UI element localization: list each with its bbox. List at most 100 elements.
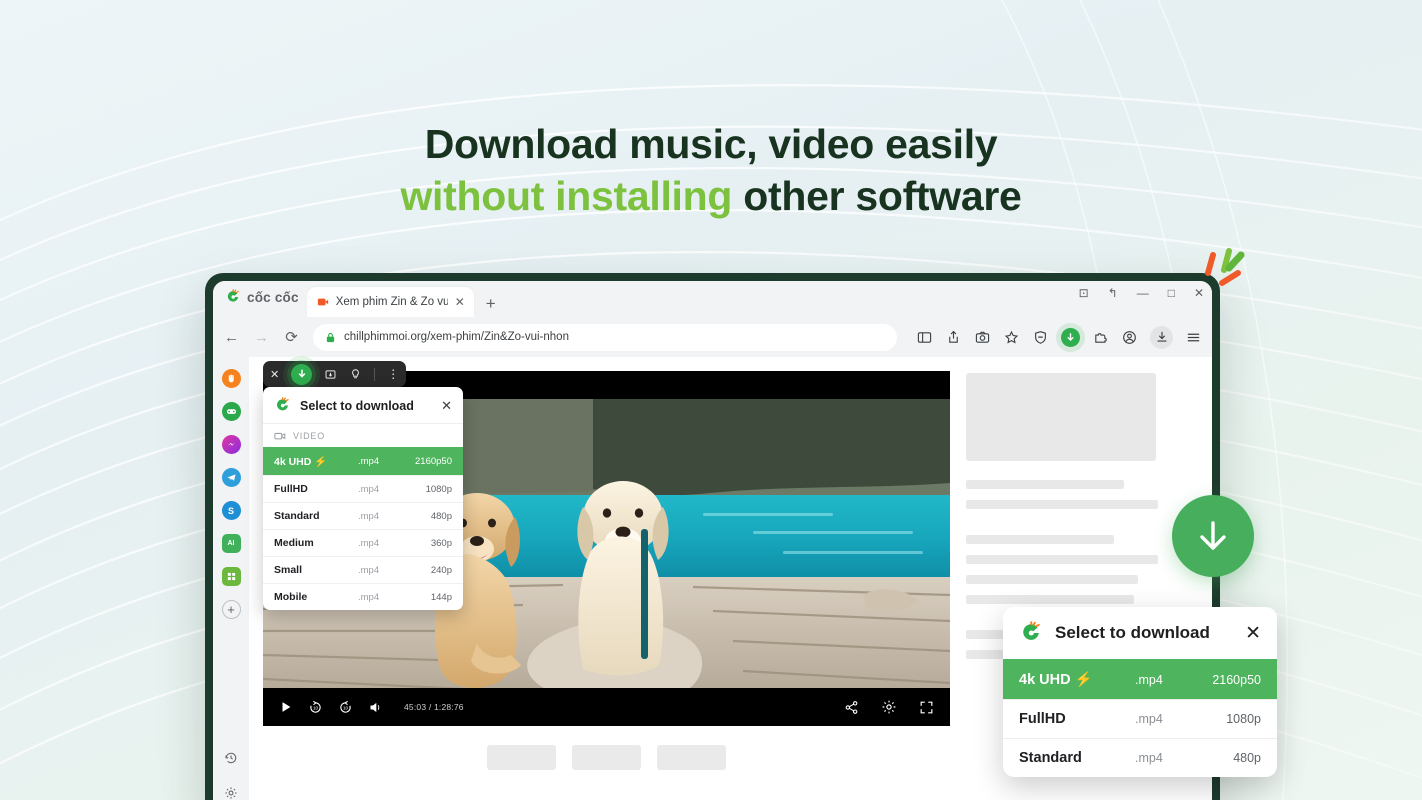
reload-icon[interactable]: ⟳ <box>283 328 300 346</box>
button-placeholder[interactable] <box>657 745 726 770</box>
dog-white <box>577 481 669 676</box>
text-placeholder <box>966 480 1124 489</box>
lightbulb-tip-icon[interactable] <box>349 368 362 381</box>
new-tab-button[interactable]: + <box>486 295 496 312</box>
brand-name: cốc cốc <box>247 289 299 305</box>
menu-icon[interactable] <box>1185 329 1202 346</box>
option-name: FullHD <box>1019 711 1066 727</box>
minimize-icon[interactable]: — <box>1137 287 1149 299</box>
sidebar-app-skype[interactable]: S <box>221 501 241 520</box>
fullscreen-button[interactable] <box>919 700 934 715</box>
shield-adblock-icon[interactable] <box>1032 329 1049 346</box>
popup-section-label: VIDEO <box>293 431 326 441</box>
settings-button[interactable] <box>881 699 897 715</box>
video-camera-icon <box>274 432 286 440</box>
video-timecode: 45:03 / 1:28:76 <box>404 702 464 712</box>
option-ext: .mp4 <box>358 510 380 522</box>
option-ext: .mp4 <box>358 564 380 576</box>
downloads-icon[interactable] <box>1150 325 1173 349</box>
download-highlight-icon[interactable] <box>291 363 313 385</box>
thumbnail-placeholder <box>966 373 1156 461</box>
video-controls-bar: 10 10 45:03 / 1:28:76 <box>263 688 950 726</box>
close-icon[interactable]: ✕ <box>270 368 279 381</box>
sidebar-app-gaming[interactable] <box>221 402 241 421</box>
zoom-popup-title: Select to download <box>1055 623 1210 642</box>
forward-icon[interactable]: → <box>253 329 270 346</box>
browser-toolbar-icons <box>910 325 1202 349</box>
tab-title: Xem phim Zin & Zo vui nhộ <box>335 296 448 308</box>
toolbar-divider <box>374 367 376 381</box>
option-name: Standard <box>274 510 320 522</box>
button-placeholder[interactable] <box>487 745 556 770</box>
zoom-popup-close-icon[interactable]: ✕ <box>1245 622 1261 645</box>
bookmark-star-icon[interactable] <box>1003 329 1020 346</box>
option-ext: .mp4 <box>1135 672 1163 687</box>
sidebar-add-button[interactable]: + <box>221 600 241 619</box>
lightning-icon: ⚡ <box>314 456 328 468</box>
select-to-download-zoom-callout: Select to download ✕ 4k UHD ⚡ .mp4 2160p… <box>1003 607 1277 777</box>
sidebar-app-messenger[interactable] <box>221 435 241 454</box>
text-placeholder <box>966 500 1158 509</box>
tab-close-icon[interactable]: ✕ <box>455 296 465 308</box>
omnibox[interactable]: chillphimmoi.org/xem-phim/Zin&Zo-vui-nho… <box>313 323 897 351</box>
button-placeholder[interactable] <box>572 745 641 770</box>
extensions-puzzle-icon[interactable] <box>1092 329 1109 346</box>
option-resolution: 2160p50 <box>415 456 452 467</box>
share-button[interactable] <box>844 700 859 715</box>
forward-10-button[interactable]: 10 <box>308 700 323 715</box>
save-video-icon[interactable] <box>324 368 337 381</box>
option-resolution: 144p <box>430 591 452 603</box>
settings-gear-icon[interactable] <box>223 784 240 800</box>
coccoc-logo-icon <box>277 397 289 411</box>
restore-icon[interactable]: ↰ <box>1108 287 1118 299</box>
option-ext: .mp4 <box>358 483 380 495</box>
window-controls: ⊡ ↰ — □ ✕ <box>1079 287 1204 299</box>
headline-highlight: without installing <box>400 173 733 220</box>
sparkle-decoration <box>1198 243 1250 298</box>
sidebar-app-notifications[interactable] <box>221 369 241 388</box>
more-options-icon[interactable]: ⋮ <box>387 367 399 381</box>
browser-sidebar: S AI + <box>213 357 249 800</box>
download-arrow-badge <box>1172 495 1254 577</box>
volume-button[interactable] <box>368 700 383 715</box>
cast-icon[interactable]: ⊡ <box>1079 287 1089 299</box>
option-ext: .mp4 <box>358 537 380 549</box>
play-button[interactable] <box>279 700 293 714</box>
download-option-fullhd[interactable]: FullHD .mp4 1080p <box>263 475 463 502</box>
select-to-download-popup: Select to download ✕ VIDEO 4k UHD ⚡ .mp4… <box>263 387 463 610</box>
browser-tab[interactable]: Xem phim Zin & Zo vui nhộ ✕ <box>306 287 474 317</box>
download-option-4k-uhd[interactable]: 4k UHD ⚡ .mp4 2160p50 <box>263 447 463 475</box>
headline-rest: other software <box>732 173 1022 220</box>
sidebar-app-tasks[interactable] <box>221 567 241 586</box>
back-icon[interactable]: ← <box>223 329 240 346</box>
screenshot-icon[interactable] <box>974 329 991 346</box>
option-resolution: 480p <box>430 510 452 522</box>
zoom-download-option-standard[interactable]: Standard .mp4 480p <box>1003 738 1277 777</box>
zoom-download-option-fullhd[interactable]: FullHD .mp4 1080p <box>1003 699 1277 738</box>
download-option-medium[interactable]: Medium .mp4 360p <box>263 529 463 556</box>
share-icon[interactable] <box>945 329 962 346</box>
page-button-placeholders <box>263 745 950 770</box>
option-name: Standard <box>1019 750 1082 766</box>
option-ext: .mp4 <box>1135 751 1163 765</box>
option-resolution: 360p <box>430 537 452 549</box>
zoom-download-option-4k-uhd[interactable]: 4k UHD ⚡ .mp4 2160p50 <box>1003 659 1277 699</box>
download-option-small[interactable]: Small .mp4 240p <box>263 556 463 583</box>
maximize-icon[interactable]: □ <box>1168 287 1175 299</box>
profile-icon[interactable] <box>1121 329 1138 346</box>
download-option-standard[interactable]: Standard .mp4 480p <box>263 502 463 529</box>
option-name: 4k UHD ⚡ <box>274 456 328 468</box>
download-option-mobile[interactable]: Mobile .mp4 144p <box>263 583 463 610</box>
browser-tabstrip: cốc cốc Xem phim Zin & Zo vui nhộ ✕ + ⊡ … <box>213 281 1212 317</box>
popup-close-icon[interactable]: ✕ <box>441 398 452 414</box>
history-icon[interactable] <box>223 749 240 766</box>
option-resolution: 1080p <box>425 483 452 495</box>
sidebar-app-telegram[interactable] <box>221 468 241 487</box>
popup-section-video: VIDEO <box>263 424 463 447</box>
popup-title: Select to download <box>300 398 414 413</box>
rewind-10-button[interactable]: 10 <box>338 700 353 715</box>
download-video-green-icon[interactable] <box>1061 327 1080 347</box>
reading-mode-icon[interactable] <box>916 329 933 346</box>
popup-header: Select to download ✕ <box>263 387 463 424</box>
option-name: Small <box>274 564 303 576</box>
